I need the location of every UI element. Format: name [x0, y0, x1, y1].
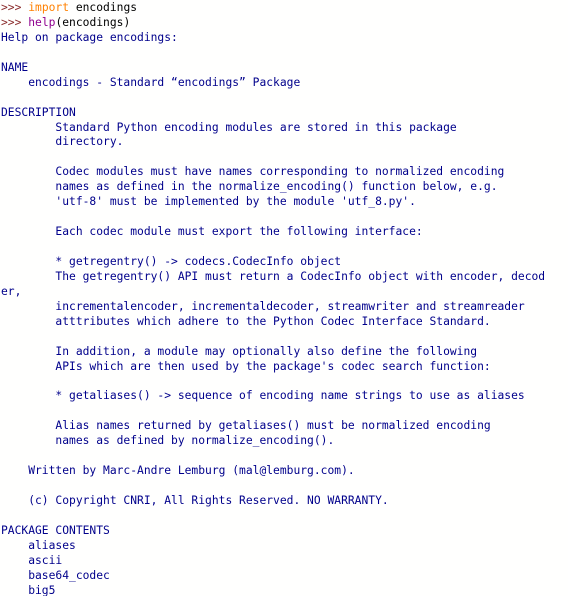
shell-output-line: Standard Python encoding modules are sto… [1, 120, 457, 134]
shell-output-line: Codec modules must have names correspond… [1, 165, 505, 179]
shell-output-line: 'utf-8' must be implemented by the modul… [1, 195, 416, 209]
shell-output-line: Help on package encodings: [1, 30, 178, 44]
shell-output-line [1, 240, 568, 255]
shell-output-line [1, 479, 568, 494]
keyword-token-import: import [28, 1, 70, 14]
shell-output-line [1, 210, 568, 225]
shell-output-line [1, 374, 568, 389]
shell-output-block: Help on package encodings: NAME encoding… [1, 31, 568, 596]
shell-output-line: DESCRIPTION [1, 105, 76, 119]
builtin-token-help: help [28, 15, 56, 29]
shell-output-line [1, 91, 568, 106]
shell-output-line: The getregentry() API must return a Code… [1, 269, 546, 283]
prompt-marker: >>> [1, 15, 29, 29]
shell-output-line [1, 404, 568, 419]
shell-output-line: encodings - Standard “encodings” Package [1, 75, 301, 89]
shell-output-line: names as defined by normalize_encoding()… [1, 434, 335, 448]
shell-output-line: * getaliases() -> sequence of encoding n… [1, 389, 525, 403]
shell-output-line: base64_codec [1, 568, 110, 582]
input-text: encodings [69, 1, 138, 14]
shell-output-line: big5 [1, 583, 56, 596]
shell-output-line [1, 150, 568, 165]
shell-output-line: Alias names returned by getaliases() mus… [1, 419, 491, 433]
shell-output-line [1, 330, 568, 345]
shell-output-line: aliases [1, 538, 76, 552]
idle-shell-text-area[interactable]: >>> import encodings >>> help(encodings)… [0, 0, 568, 596]
shell-output-line: In addition, a module may optionally als… [1, 344, 478, 358]
shell-output-line: PACKAGE CONTENTS [1, 523, 110, 537]
shell-output-line: atttributes which adhere to the Python C… [1, 314, 491, 328]
shell-output-line: NAME [1, 60, 29, 74]
shell-output-line: ascii [1, 553, 63, 567]
input-text: (encodings) [55, 15, 131, 29]
shell-output-line [1, 46, 568, 61]
shell-output-line [1, 509, 568, 524]
shell-output-line: incrementalencoder, incrementaldecoder, … [1, 299, 525, 313]
shell-input-line[interactable]: >>> import encodings [1, 1, 568, 16]
shell-input-block[interactable]: >>> import encodings >>> help(encodings) [1, 1, 568, 31]
shell-output-line: (c) Copyright CNRI, All Rights Reserved.… [1, 493, 389, 507]
shell-output-line: er, [1, 284, 22, 298]
shell-output-line: * getregentry() -> codecs.CodecInfo obje… [1, 254, 342, 268]
prompt-marker: >>> [1, 1, 29, 14]
shell-output-line: Each codec module must export the follow… [1, 225, 423, 239]
shell-output-line: directory. [1, 135, 124, 149]
shell-input-line[interactable]: >>> help(encodings) [1, 16, 568, 31]
shell-output-line: names as defined in the normalize_encodi… [1, 180, 498, 194]
shell-output-line: APIs which are then used by the package'… [1, 359, 491, 373]
shell-output-line [1, 449, 568, 464]
shell-output-line: Written by Marc-Andre Lemburg (mal@lembu… [1, 464, 355, 478]
